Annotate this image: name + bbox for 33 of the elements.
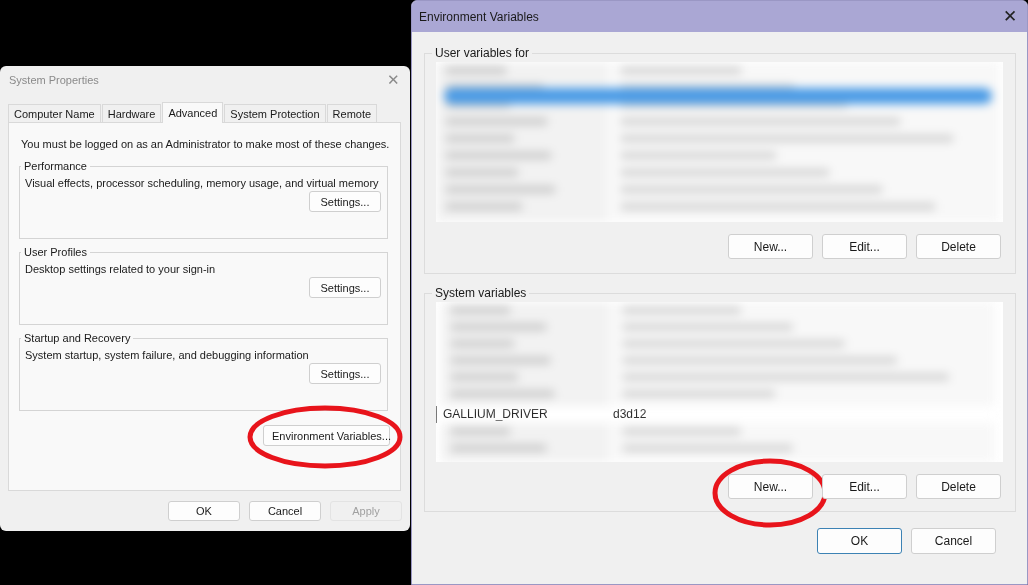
dialog-button[interactable]: OK xyxy=(817,528,902,554)
list-action-button[interactable]: New... xyxy=(728,474,813,499)
tab[interactable]: Remote xyxy=(326,104,378,122)
group-title: User Profiles xyxy=(23,246,88,258)
list-action-button[interactable]: New... xyxy=(728,234,813,259)
window-title: Environment Variables xyxy=(419,9,539,24)
settings-button[interactable]: Settings... xyxy=(309,277,381,298)
environment-variables-button[interactable]: Environment Variables... xyxy=(263,425,390,446)
group-title: Performance xyxy=(23,160,88,172)
window-title: System Properties xyxy=(9,73,99,86)
close-button[interactable]: ✕ xyxy=(999,6,1021,27)
variable-value: d3d12 xyxy=(613,407,647,422)
group-title: User variables for xyxy=(434,46,531,60)
list-action-button[interactable]: Edit... xyxy=(822,234,907,259)
list-action-button[interactable]: Delete xyxy=(916,234,1001,259)
tab[interactable]: Advanced xyxy=(162,102,224,123)
group-description: Desktop settings related to your sign-in xyxy=(25,262,217,277)
group-description: System startup, system failure, and debugging information xyxy=(25,348,310,363)
variable-name: GALLIUM_DRIVER xyxy=(443,407,549,422)
dialog-button[interactable]: OK xyxy=(168,501,240,521)
list-action-button[interactable]: Edit... xyxy=(822,474,907,499)
settings-button[interactable]: Settings... xyxy=(309,363,381,384)
group-title: System variables xyxy=(434,286,528,300)
group-title: Startup and Recovery xyxy=(23,332,132,344)
tab[interactable]: Computer Name xyxy=(8,104,101,122)
dialog-button[interactable]: Cancel xyxy=(911,528,996,554)
list-action-button[interactable]: Delete xyxy=(916,474,1001,499)
settings-button[interactable]: Settings... xyxy=(309,191,381,212)
tab[interactable]: Hardware xyxy=(101,104,162,122)
tab[interactable]: System Protection xyxy=(224,104,326,122)
dialog-button[interactable]: Cancel xyxy=(249,501,321,521)
notice-text: You must be logged on as an Administrator to make most of these changes. xyxy=(21,137,391,151)
group-description: Visual effects, processor scheduling, memory usage, and virtual memory xyxy=(25,176,380,191)
